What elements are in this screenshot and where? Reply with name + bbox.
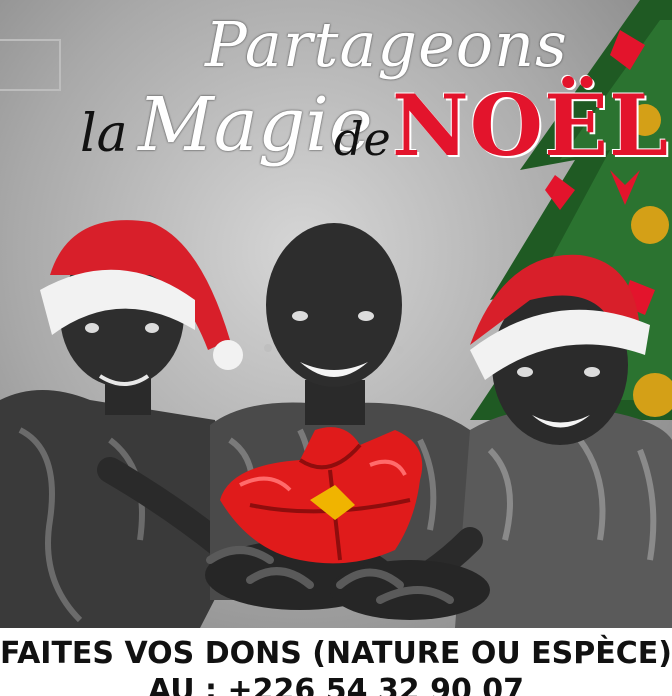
donation-call-to-action: FAITES VOS DONS (NATURE OU ESPÈCE): [0, 636, 672, 671]
headline-noel: NOËL: [392, 76, 670, 175]
ornament-gold: [631, 206, 669, 244]
donation-banner: FAITES VOS DONS (NATURE OU ESPÈCE) AU : …: [0, 628, 672, 696]
contact-phone: AU : +226 54 32 90 07: [147, 673, 525, 696]
headline: Partageons la Magie de NOËL: [0, 0, 672, 200]
poster-photo: Partageons la Magie de NOËL: [0, 0, 672, 628]
headline-de: de: [334, 112, 391, 166]
headline-partageons: Partageons: [205, 8, 568, 81]
headline-la: la: [80, 104, 128, 164]
